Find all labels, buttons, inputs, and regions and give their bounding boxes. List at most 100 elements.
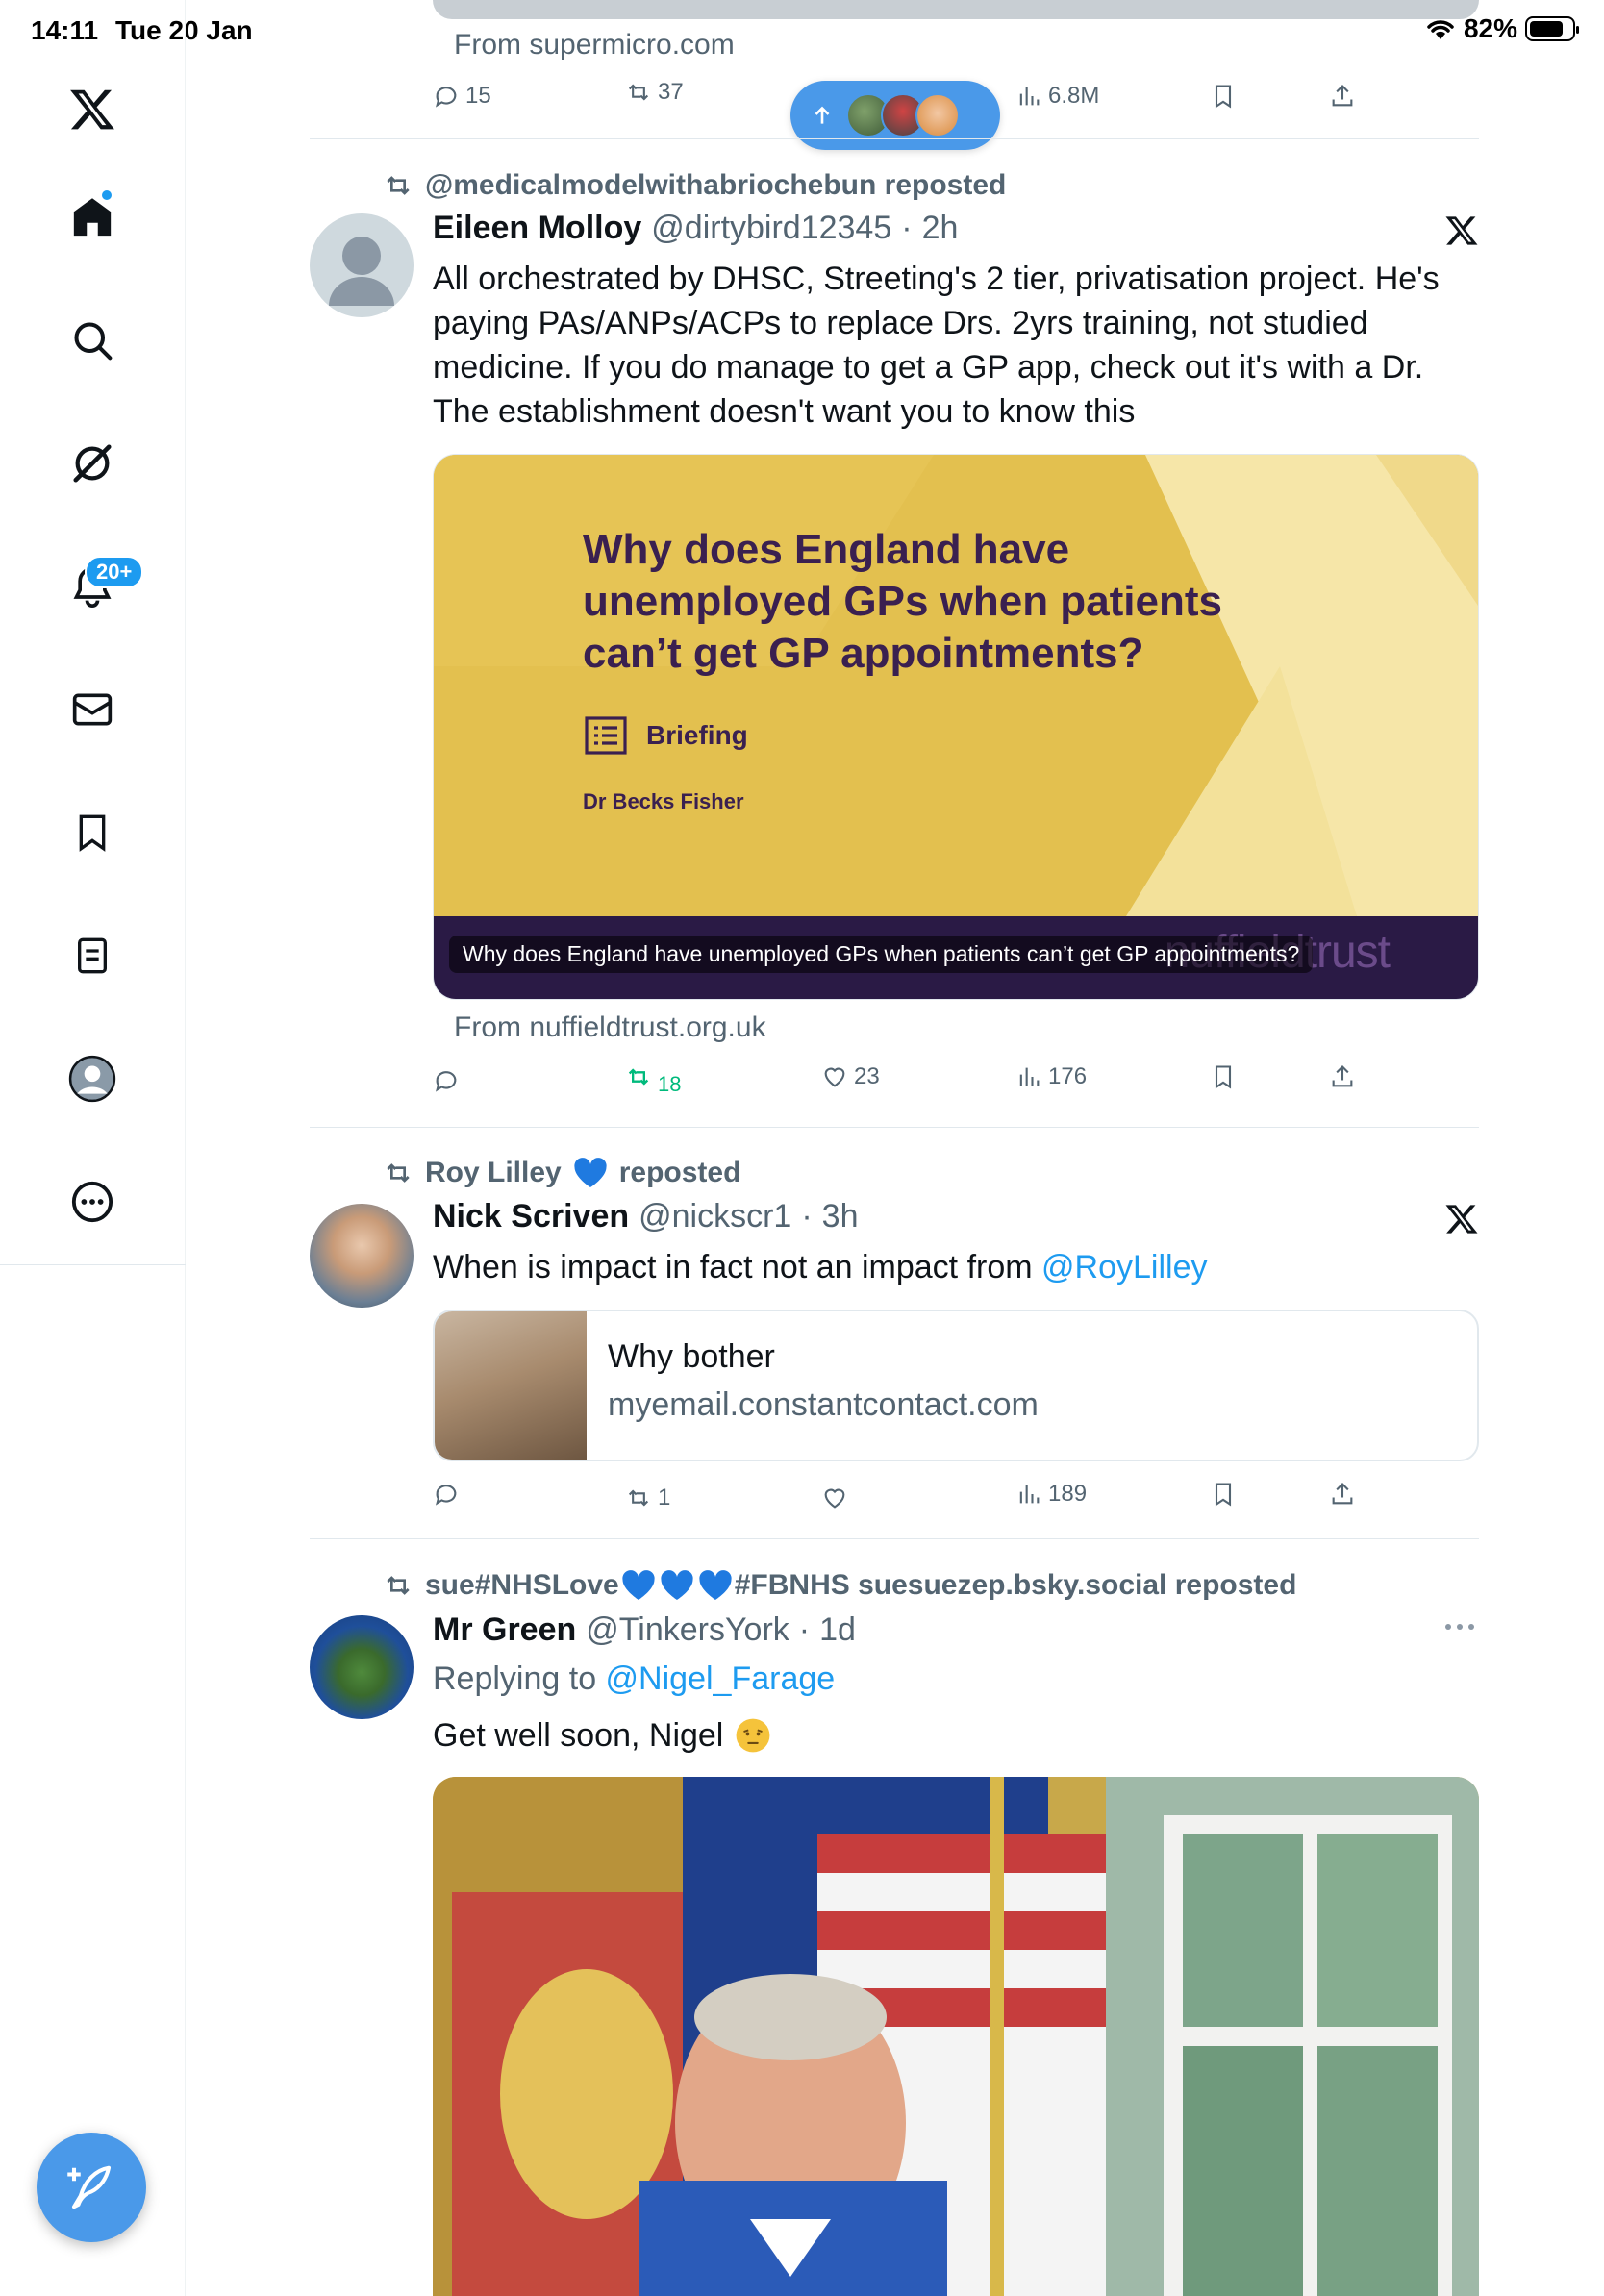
author-name[interactable]: Eileen Molloy [433,210,641,247]
lists-icon[interactable] [63,927,121,985]
repost-icon [387,1163,410,1183]
repost-context[interactable]: sue#NHSLove #FBNHS suesuezep.bsky.social… [383,1569,1296,1602]
x-logo-icon[interactable] [1444,213,1479,253]
views-button[interactable]: 6.8M [1015,83,1099,110]
views-button[interactable]: 189 [1015,1481,1087,1508]
link-card[interactable]: Why does England have unemployed GPs whe… [433,454,1479,1000]
author-handle[interactable]: @TinkersYork [586,1611,789,1649]
compose-button[interactable] [37,2133,146,2242]
card-source[interactable]: From nuffieldtrust.org.uk [454,1011,766,1044]
views-button[interactable]: 176 [1015,1063,1087,1090]
views-icon [1019,87,1040,106]
reply-icon [436,1485,457,1506]
new-posts-pill[interactable] [790,81,1000,150]
repost-context[interactable]: @medicalmodelwithabriochebun reposted [383,169,1006,202]
repost-count: 18 [658,1072,682,1096]
card-source[interactable]: From supermicro.com [454,29,735,62]
author-name[interactable]: Mr Green [433,1611,576,1649]
repost-icon [628,1068,649,1086]
reply-mention-link[interactable]: @Nigel_Farage [606,1660,836,1697]
link-card[interactable]: Why bother myemail.constantcontact.com [433,1310,1479,1461]
repost-context[interactable]: Roy Lilley reposted [383,1157,740,1189]
separator: · [801,1198,813,1235]
views-count: 189 [1048,1481,1088,1507]
blue-hearts [621,1569,733,1602]
repost-icon [387,176,410,195]
bookmark-button[interactable] [1210,1481,1237,1508]
bookmark-button[interactable] [1210,83,1237,110]
more-horizontal-icon [1445,1624,1474,1630]
home-unread-dot [100,188,113,202]
bookmark-button[interactable] [1210,1063,1237,1090]
post-time[interactable]: 3h [822,1198,859,1235]
author-name[interactable]: Nick Scriven [433,1198,629,1235]
card-title: Why does England have unemployed GPs whe… [583,526,1223,677]
share-icon [1332,1065,1353,1087]
reply-icon [436,1071,457,1092]
separator: · [901,210,913,246]
mention-link[interactable]: @RoyLilley [1041,1249,1207,1285]
repost-count: 1 [658,1485,671,1510]
profile-icon[interactable] [63,1050,121,1108]
avatar[interactable] [310,1615,414,1719]
author-handle[interactable]: @dirtybird12345 [651,210,891,247]
post-time[interactable]: 1d [819,1611,856,1649]
repost-button[interactable]: 18 [625,1063,681,1096]
notifications-badge: 20+ [85,556,144,588]
avatar[interactable] [310,1204,414,1308]
card-briefing: Briefing [583,712,748,759]
avatar[interactable] [310,213,414,317]
battery-icon [1525,16,1579,41]
reply-button[interactable] [433,1067,460,1094]
card-thumbnail [435,1311,587,1460]
author-handle[interactable]: @nickscr1 [639,1198,791,1235]
tweet-text-line: Get well soon, Nigel [433,1713,1481,1758]
more-options-button[interactable] [1442,1615,1477,1643]
tweet-actions: 1 189 [433,1481,1385,1519]
repost-button[interactable]: 1 [625,1485,670,1511]
partial-tweet-image [433,0,1479,19]
reply-button[interactable]: 15 [433,83,491,110]
repost-icon [628,84,649,101]
repost-by-start: sue#NHSLove [425,1569,619,1601]
default-avatar-icon [329,237,394,306]
tweet-text: When is impact in fact not an impact fro… [433,1245,1481,1289]
repost-by-name: Roy Lilley [425,1157,562,1188]
tweet-image[interactable] [433,1777,1479,2296]
search-icon[interactable] [63,312,121,369]
share-button[interactable] [1329,1063,1356,1090]
x-logo-icon[interactable] [1444,1202,1479,1241]
like-button[interactable]: 23 [821,1063,880,1090]
compose-icon [67,2165,112,2209]
repost-button[interactable]: 37 [625,79,684,106]
arrow-up-icon [815,106,830,124]
messages-icon[interactable] [63,681,121,738]
tweet-header: Eileen Molloy @dirtybird12345 · 2h [433,210,958,247]
repost-icon [628,1489,649,1507]
grok-icon[interactable] [63,435,121,492]
x-logo-icon[interactable] [63,81,121,138]
repost-by: @medicalmodelwithabriochebun reposted [425,169,1007,201]
reply-icon [436,87,457,108]
pill-avatar [915,93,960,137]
tweet-actions: 18 23 176 [433,1063,1385,1102]
more-icon[interactable] [63,1173,121,1231]
like-button[interactable] [821,1485,848,1511]
repost-by-end: #FBNHS suesuezep.bsky.social reposted [734,1569,1297,1601]
blue-heart-icon [622,1570,655,1600]
repost-by-suffix: reposted [618,1157,741,1188]
reply-button[interactable] [433,1481,460,1508]
card-domain: myemail.constantcontact.com [608,1386,1039,1423]
bookmark-icon [1215,1065,1232,1089]
views-count: 6.8M [1048,83,1100,109]
share-button[interactable] [1329,83,1356,110]
tweet-header: Nick Scriven @nickscr1 · 3h [433,1198,859,1235]
share-button[interactable] [1329,1481,1356,1508]
repost-count: 37 [658,79,684,105]
card-caption: Why does England have unemployed GPs whe… [449,936,1314,973]
post-time[interactable]: 2h [922,210,959,247]
bookmarks-icon[interactable] [63,804,121,861]
card-image: Why does England have unemployed GPs whe… [434,455,1478,916]
views-icon [1019,1067,1040,1086]
card-title: Why bother [608,1338,775,1375]
